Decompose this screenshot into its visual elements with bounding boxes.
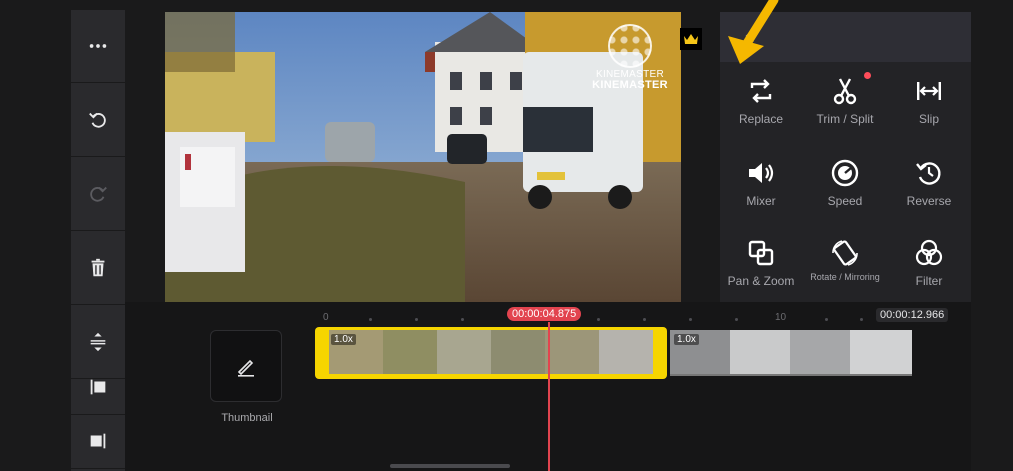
- speed-label: Speed: [827, 194, 863, 208]
- playhead[interactable]: [548, 322, 550, 471]
- speed-tool[interactable]: Speed: [804, 144, 886, 224]
- reverse-label: Reverse: [906, 194, 952, 208]
- playhead-time: 00:00:04.875: [507, 307, 582, 321]
- ruler-dot: [415, 318, 418, 321]
- clip-frame: [730, 330, 790, 374]
- delete-button[interactable]: [71, 232, 125, 305]
- pencil-icon: [237, 359, 254, 377]
- clip-frame: [599, 330, 653, 374]
- notification-dot: [864, 72, 871, 79]
- replace-label: Replace: [738, 112, 784, 126]
- timeline-scrollbar[interactable]: [390, 464, 510, 468]
- jump-to-end-button[interactable]: [71, 414, 125, 469]
- ruler-dot: [735, 318, 738, 321]
- clip-frame: [850, 330, 912, 374]
- rotate-mirroring-label: Rotate / Mirroring: [810, 272, 880, 282]
- clip-frame: [383, 330, 437, 374]
- reverse-tool[interactable]: Reverse: [888, 144, 970, 224]
- scissors-icon: [833, 78, 857, 105]
- total-duration: 00:00:12.966: [876, 308, 949, 322]
- clip-frame: [545, 330, 599, 374]
- ruler-dot: [643, 318, 646, 321]
- ruler-dot: [369, 318, 372, 321]
- thumbnail-button[interactable]: [210, 330, 282, 402]
- clip-frame: [491, 330, 545, 374]
- watermark-text: KINEMASTER: [592, 79, 668, 91]
- mixer-tool[interactable]: Mixer: [720, 144, 802, 224]
- selected-video-clip[interactable]: 1.0x: [315, 327, 667, 379]
- video-clip[interactable]: 1.0x: [670, 330, 912, 376]
- redo-button[interactable]: [71, 158, 125, 231]
- pan-zoom-icon: [748, 240, 774, 266]
- kinemaster-editor: KINEMASTER KINEMASTER Replace Trim / Spl…: [0, 0, 1013, 471]
- ruler-dot: [860, 318, 863, 321]
- mixer-label: Mixer: [746, 194, 776, 208]
- redo-icon: [90, 186, 107, 202]
- rotate-mirroring-tool[interactable]: Rotate / Mirroring: [804, 224, 886, 304]
- speedometer-icon: [831, 159, 859, 187]
- jump-to-start-button[interactable]: [71, 360, 125, 415]
- ruler-dot: [689, 318, 692, 321]
- premium-button[interactable]: [680, 28, 702, 50]
- left-toolbar: [71, 10, 125, 471]
- jump-start-icon: [90, 379, 106, 395]
- reverse-icon: [916, 162, 941, 185]
- filter-tool[interactable]: Filter: [888, 224, 970, 304]
- more-icon: [89, 44, 107, 48]
- kinemaster-logo-icon: [608, 24, 652, 68]
- annotation-arrow-icon: [728, 0, 779, 64]
- rotate-icon: [832, 240, 858, 266]
- clip-frame: [437, 330, 491, 374]
- clip-filmstrip: 1.0x: [329, 330, 653, 374]
- ruler-dot: [597, 318, 600, 321]
- slip-label: Slip: [918, 112, 939, 126]
- ruler-dot: [461, 318, 464, 321]
- slip-tool[interactable]: Slip: [888, 62, 970, 142]
- undo-icon: [89, 112, 106, 128]
- filter-icon: [915, 239, 943, 266]
- speaker-icon: [749, 163, 774, 183]
- kinemaster-watermark: KINEMASTER KINEMASTER: [586, 24, 674, 91]
- expand-vertical-icon: [90, 332, 106, 352]
- timeline[interactable]: 0 10 00:00:04.875 00:00:12.966 Thumbnail…: [125, 302, 971, 471]
- crown-icon: [684, 34, 698, 44]
- ruler-dot: [825, 318, 828, 321]
- pan-zoom-tool[interactable]: Pan & Zoom: [720, 224, 802, 304]
- filter-label: Filter: [915, 274, 943, 288]
- more-options-button[interactable]: [71, 10, 125, 83]
- undo-button[interactable]: [71, 84, 125, 157]
- thumbnail-label: Thumbnail: [221, 412, 273, 424]
- trash-icon: [91, 258, 105, 277]
- ruler-tick-0: 0: [323, 312, 329, 323]
- trim-split-label: Trim / Split: [816, 112, 874, 126]
- clip-speed-badge: 1.0x: [331, 334, 356, 345]
- trim-split-tool[interactable]: Trim / Split: [804, 62, 886, 142]
- jump-end-icon: [90, 433, 106, 449]
- ruler-tick-10: 10: [775, 312, 787, 323]
- pan-zoom-label: Pan & Zoom: [727, 274, 795, 288]
- slip-icon: [917, 82, 941, 100]
- clip-speed-badge: 1.0x: [674, 334, 699, 345]
- clip-frame: [790, 330, 850, 374]
